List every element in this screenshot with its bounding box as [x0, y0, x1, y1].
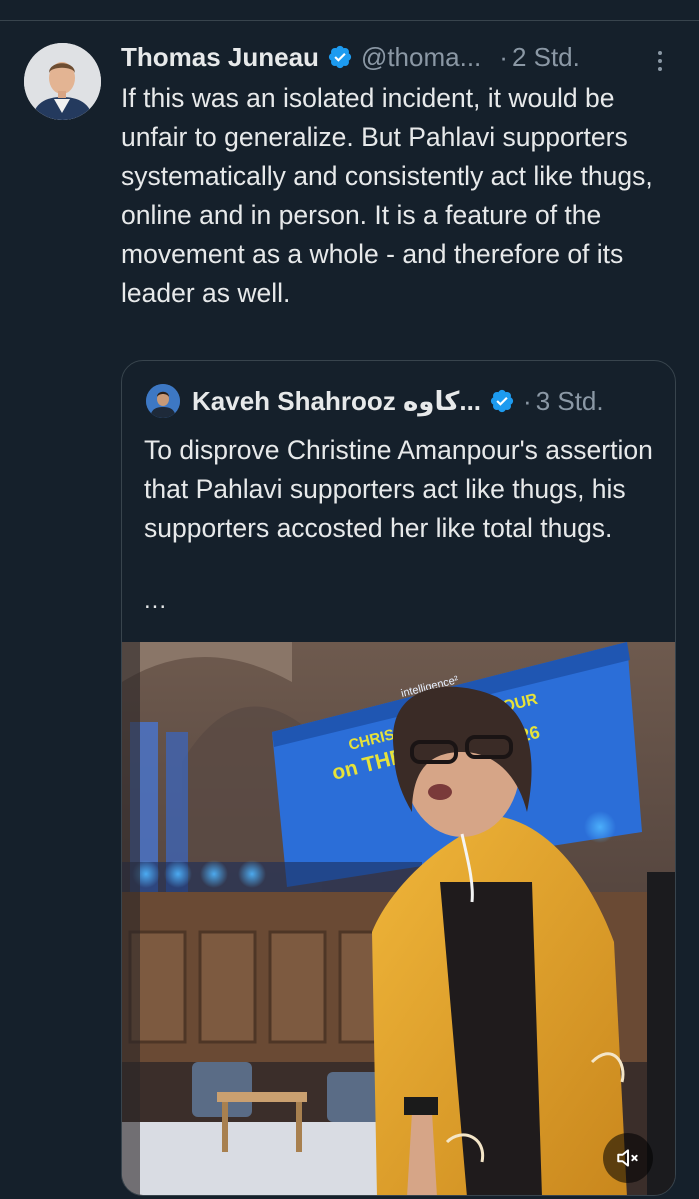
mute-toggle-button[interactable]	[603, 1133, 653, 1183]
author-handle[interactable]: @thoma...	[361, 42, 481, 73]
quoted-separator-dot: ·	[523, 385, 532, 416]
separator-dot: ·	[499, 41, 508, 72]
quoted-author-avatar-image	[146, 384, 180, 418]
tweet[interactable]: Thomas Juneau @thoma... · 2 Std. If this…	[0, 21, 699, 1199]
quoted-timestamp[interactable]: 3 Std.	[536, 386, 604, 417]
speaker-muted-icon	[617, 1149, 638, 1167]
video-frame: intelligence² CHRIS on THE W OUR 2026	[122, 642, 675, 1195]
more-options-icon[interactable]	[650, 43, 670, 79]
quoted-author-avatar[interactable]	[146, 384, 180, 418]
quoted-tweet-header: Kaveh Shahrooz كاوه... · 3 Std.	[146, 383, 604, 419]
quoted-verified-badge-icon	[490, 389, 514, 413]
quoted-author-name[interactable]: Kaveh Shahrooz كاوه...	[192, 386, 481, 417]
author-avatar-image	[24, 43, 101, 120]
video-player[interactable]: intelligence² CHRIS on THE W OUR 2026	[122, 642, 675, 1195]
tweet-text: If this was an isolated incident, it wou…	[121, 83, 653, 308]
quoted-tweet-ellipsis: ...	[144, 587, 168, 614]
author-name[interactable]: Thomas Juneau	[121, 42, 319, 73]
tweet-timestamp[interactable]: 2 Std.	[512, 42, 580, 73]
tweet-header: Thomas Juneau @thoma... · 2 Std.	[121, 39, 681, 75]
author-avatar[interactable]	[24, 43, 101, 120]
quoted-tweet-text: To disprove Christine Amanpour's asserti…	[144, 435, 653, 543]
quoted-tweet[interactable]: Kaveh Shahrooz كاوه... · 3 Std. To dispr…	[121, 360, 676, 1196]
verified-badge-icon	[328, 45, 352, 69]
